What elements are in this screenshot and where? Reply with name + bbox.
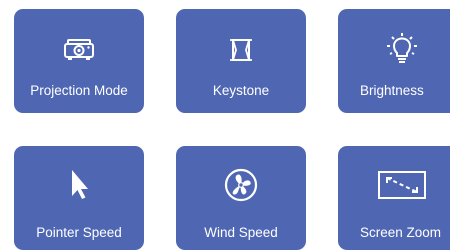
wind-speed-tile[interactable]: Wind Speed	[176, 146, 306, 250]
keystone-icon	[176, 33, 306, 67]
tile-label: Screen Zoom	[360, 225, 442, 240]
pointer-icon	[14, 168, 144, 202]
screen-zoom-tile[interactable]: Screen Zoom	[338, 146, 450, 250]
screen-zoom-icon	[338, 168, 450, 202]
pointer-speed-tile[interactable]: Pointer Speed	[14, 146, 144, 250]
projector-icon	[14, 33, 144, 67]
keystone-tile[interactable]: Keystone	[176, 9, 306, 113]
tile-label: Wind Speed	[204, 225, 278, 240]
tile-label: Projection Mode	[30, 83, 128, 98]
brightness-icon	[338, 33, 450, 67]
tile-label: Pointer Speed	[36, 225, 122, 240]
fan-icon	[176, 168, 306, 202]
projection-mode-tile[interactable]: Projection Mode	[14, 9, 144, 113]
brightness-tile[interactable]: Brightness	[338, 9, 450, 113]
tile-label: Keystone	[212, 83, 270, 98]
tile-label: Brightness	[360, 83, 424, 98]
